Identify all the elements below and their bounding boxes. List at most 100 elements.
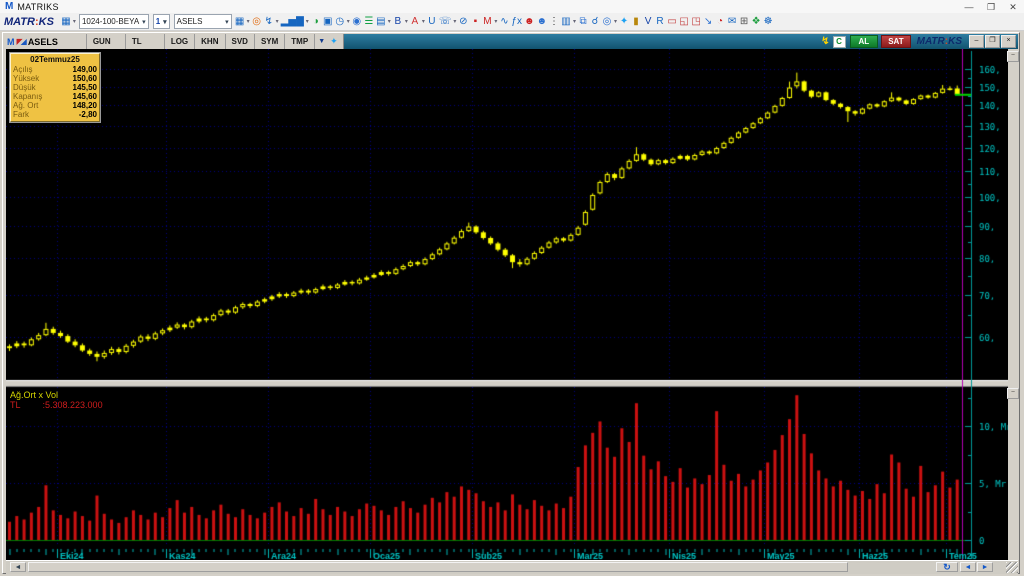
chart-titlebar[interactable]: M ◤◢ ASELS GUN TL LOG KHN SVD SYM TMP ▼ ✦ ↯ C … [4, 34, 1018, 49]
alarm-icon[interactable]: ◔ [715, 15, 725, 29]
chart-type-icon[interactable]: ▂▅▇ [281, 15, 304, 29]
line-chart-icon[interactable]: ∿ [499, 15, 509, 29]
minimize-button[interactable]: — [958, 1, 980, 13]
pointer-icon-dropdown[interactable]: ▾ [276, 18, 279, 25]
c-badge[interactable]: C [832, 35, 846, 48]
ledger-icon-dropdown[interactable]: ▾ [388, 18, 391, 25]
handshake-icon[interactable]: ◉ [352, 15, 362, 29]
volume-pane-header: Ağ.Ort x Vol TL:5.308.223.000 [10, 390, 103, 410]
info-row: Yüksek 150,60 [13, 74, 97, 83]
zoom-icon[interactable]: ◎ [252, 15, 262, 29]
symbol-search-icon[interactable]: ◎ [602, 15, 612, 29]
volume-value: :5.308.223.000 [42, 400, 103, 410]
sell-button[interactable]: SAT [881, 35, 911, 48]
info-box-date: 02Temmuz25 [30, 55, 80, 64]
phone-icon-dropdown[interactable]: ▾ [453, 18, 456, 25]
chart-canvas[interactable] [6, 49, 1008, 560]
chart-restore-button[interactable]: ❐ [985, 35, 1000, 48]
clock-icon-dropdown[interactable]: ▾ [347, 18, 350, 25]
symbol-search-icon-dropdown[interactable]: ▾ [614, 18, 617, 25]
traffic-light-icon[interactable]: ⋮ [549, 15, 559, 29]
chat-icon[interactable]: ❖ [751, 15, 761, 29]
clock-icon[interactable]: ◷ [335, 15, 345, 29]
scroll-next-button[interactable]: ► [977, 562, 993, 572]
annotation-a-icon[interactable]: A [410, 15, 420, 29]
app-title: MATRIKS [17, 1, 59, 12]
twitter-share-icon[interactable]: ✦ [328, 36, 340, 47]
bold-b-icon[interactable]: B [393, 15, 403, 29]
scrollbar-thumb[interactable] [28, 562, 848, 572]
bold-b-icon-dropdown[interactable]: ▾ [405, 18, 408, 25]
market-depth-icon[interactable]: ☰ [364, 15, 374, 29]
scrollbar-left-arrow[interactable]: ◄ [10, 562, 26, 572]
window-cascade-icon[interactable]: ◳ [691, 15, 701, 29]
workspace-save-icon-dropdown[interactable]: ▾ [247, 18, 250, 25]
mail-icon[interactable]: ✉ [727, 15, 737, 29]
flash-order-icon[interactable]: ↯ [821, 36, 829, 47]
scroll-prev-button[interactable]: ◄ [960, 562, 976, 572]
chart-button-sym[interactable]: SYM [253, 34, 284, 49]
function-fx-icon[interactable]: ƒx [511, 15, 522, 29]
chart-button-tl[interactable]: TL [124, 34, 164, 49]
chart-button-khn[interactable]: KHN [194, 34, 224, 49]
resize-grip[interactable] [1006, 562, 1018, 573]
monitor-icon[interactable]: ▣ [323, 15, 333, 29]
screen-icon[interactable]: ▭ [667, 15, 677, 29]
matriks-m-icon-dropdown[interactable]: ▾ [494, 18, 497, 25]
stop-icon[interactable]: ▪ [470, 15, 480, 29]
window-tile-icon[interactable]: ◱ [679, 15, 689, 29]
pie-chart-icon[interactable]: ◑ [311, 15, 321, 29]
chart-close-button[interactable]: × [1001, 35, 1016, 48]
workspace-save-dropdown[interactable]: ▾ [73, 18, 76, 25]
group-icon[interactable]: ☻ [536, 15, 547, 29]
settings-gear-icon[interactable]: ☸ [763, 15, 773, 29]
maximize-button[interactable]: ❐ [980, 1, 1002, 13]
phone-icon[interactable]: ☏ [439, 15, 452, 29]
chart-scrollbar[interactable]: ◄ ↻ ◄ ► [6, 560, 1018, 574]
calendar-icon[interactable]: ▥ [561, 15, 571, 29]
refresh-button[interactable]: ↻ [936, 562, 958, 572]
matriks-app-icon: M [5, 1, 14, 12]
chart-options-dropdown[interactable]: ▼ [315, 38, 328, 45]
symbol-select[interactable]: ASELS ▾ [173, 14, 232, 29]
chart-body: 02Temmuz25 Açılış 149,00 Yüksek 150,60 Düşük… [6, 49, 1008, 560]
chart-button-gun[interactable]: GUN [85, 34, 125, 49]
info-row: Düşük 145,50 [13, 83, 97, 92]
arrow-icon[interactable]: ↘ [703, 15, 713, 29]
gold-icon[interactable]: ▮ [631, 15, 641, 29]
documents-icon[interactable]: ⧉ [578, 15, 588, 29]
ledger-icon[interactable]: ▤ [376, 15, 386, 29]
workspace-select[interactable]: 1024-100-BEYA ▾ [78, 14, 149, 29]
annotation-a-icon-dropdown[interactable]: ▾ [422, 18, 425, 25]
main-toolbar: MATR:KS ▦ ▾ 1024-100-BEYA ▾ 1 ▾ ASELS ▾ ▦ ▾ ◎ ↯… [0, 13, 1024, 31]
chart-button-log[interactable]: LOG [163, 34, 194, 49]
viop-v-icon[interactable]: V [643, 15, 653, 29]
chart-type-icon-dropdown[interactable]: ▾ [306, 18, 309, 25]
volume-pane-collapse-button[interactable]: – [1007, 388, 1019, 399]
twitter-icon[interactable]: ✦ [619, 15, 629, 29]
chart-symbol[interactable]: ASELS [28, 37, 86, 47]
buy-button[interactable]: AL [849, 35, 879, 48]
workspace-save-icon[interactable]: ▦ [61, 15, 71, 29]
price-pane-collapse-button[interactable]: – [1007, 51, 1019, 62]
viop-r-icon[interactable]: R [655, 15, 665, 29]
users-icon[interactable]: ☻ [524, 15, 535, 29]
matriks-bird-icon: ◤◢ [16, 37, 27, 46]
calculator-icon[interactable]: ⊞ [739, 15, 749, 29]
close-button[interactable]: ✕ [1002, 1, 1024, 13]
chart-mode-buttons: GUN TL LOG KHN SVD SYM TMP [85, 34, 316, 49]
chart-button-tmp[interactable]: TMP [284, 34, 316, 49]
chart-minimize-button[interactable]: – [969, 35, 984, 48]
info-box-rows: Açılış 149,00 Yüksek 150,60 Düşük 145,50 Kapan… [13, 65, 97, 119]
app-titlebar: M MATRIKS — ❐ ✕ [0, 0, 1024, 14]
matriks-m-icon[interactable]: M [482, 15, 492, 29]
ohlc-info-box: 02Temmuz25 Açılış 149,00 Yüksek 150,60 Düşük… [10, 53, 100, 122]
person-search-icon[interactable]: ☌ [590, 15, 600, 29]
underline-u-icon[interactable]: U [427, 15, 437, 29]
no-entry-icon[interactable]: ⊘ [458, 15, 468, 29]
page-select[interactable]: 1 ▾ [152, 14, 170, 29]
workspace-save-icon[interactable]: ▦ [235, 15, 245, 29]
pointer-icon[interactable]: ↯ [264, 15, 274, 29]
calendar-icon-dropdown[interactable]: ▾ [573, 18, 576, 25]
chart-button-svd[interactable]: SVD [224, 34, 254, 49]
